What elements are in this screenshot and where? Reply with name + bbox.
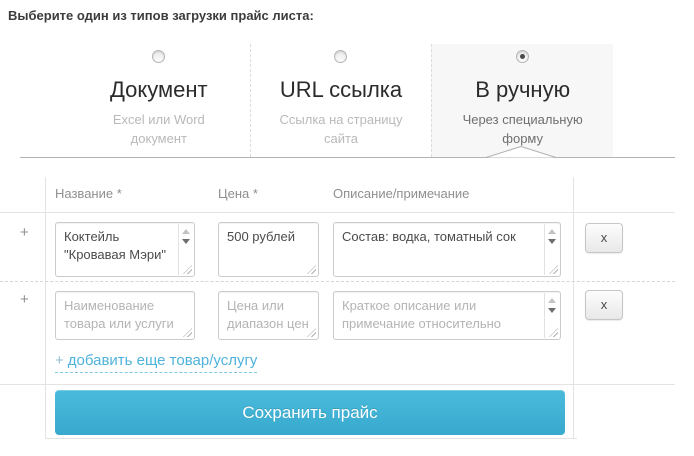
tab-manual[interactable]: В ручную Через специальную форму xyxy=(431,44,613,157)
tab-subtitle: Excel или Word документ xyxy=(86,110,231,148)
radio-unselected-icon[interactable] xyxy=(152,50,165,63)
name-input[interactable]: Коктейль "Кровавая Мэри" xyxy=(56,223,194,276)
tabs-separator-line xyxy=(20,157,675,158)
page-title: Выберите один из типов загрузки прайс ли… xyxy=(8,8,314,23)
row-separator-dashed-line xyxy=(0,281,675,282)
add-item-label: добавить еще товар/услугу xyxy=(68,352,258,369)
price-field-row1: 500 рублей xyxy=(218,222,319,277)
column-header-price: Цена * xyxy=(218,186,258,201)
price-input[interactable]: 500 рублей xyxy=(219,223,318,276)
description-input[interactable] xyxy=(334,292,560,339)
scroll-down-icon[interactable] xyxy=(182,239,190,244)
scroll-up-icon[interactable] xyxy=(548,298,556,303)
header-bottom-line xyxy=(0,212,675,213)
column-header-name: Название * xyxy=(55,186,122,201)
description-field-row1: Состав: водка, томатный сок xyxy=(333,222,561,277)
table-left-divider xyxy=(45,177,46,438)
name-field-row1: Коктейль "Кровавая Мэри" xyxy=(55,222,195,277)
scroll-down-icon[interactable] xyxy=(548,308,556,313)
price-input[interactable] xyxy=(219,292,318,339)
price-upload-page: Выберите один из типов загрузки прайс ли… xyxy=(0,0,694,456)
rows-bottom-line xyxy=(0,384,675,385)
price-field-row2 xyxy=(218,291,319,340)
tab-title: Документ xyxy=(68,77,250,103)
plus-icon: + xyxy=(20,291,29,308)
table-right-divider xyxy=(573,177,574,438)
tab-url-link[interactable]: URL ссылка Ссылка на страницу сайта xyxy=(250,44,432,157)
plus-icon: + xyxy=(20,224,29,241)
column-header-description: Описание/примечание xyxy=(333,186,469,201)
scroll-up-icon[interactable] xyxy=(182,229,190,234)
scroll-down-icon[interactable] xyxy=(548,239,556,244)
table-bottom-line xyxy=(45,438,577,439)
save-price-button[interactable]: Сохранить прайс xyxy=(55,390,565,435)
tab-title: В ручную xyxy=(432,77,613,103)
description-field-row2 xyxy=(333,291,561,340)
upload-type-tabs: Документ Excel или Word документ URL ссы… xyxy=(68,44,613,157)
name-input[interactable] xyxy=(56,292,194,339)
remove-row1-button[interactable]: x xyxy=(585,223,623,253)
active-tab-pointer-icon xyxy=(486,146,556,158)
tab-subtitle: Через специальную форму xyxy=(450,110,595,148)
radio-selected-icon[interactable] xyxy=(516,50,529,63)
tab-subtitle: Ссылка на страницу сайта xyxy=(268,110,413,148)
description-input[interactable]: Состав: водка, томатный сок xyxy=(334,223,560,276)
name-field-row2 xyxy=(55,291,195,340)
add-item-link[interactable]: +добавить еще товар/услугу xyxy=(55,352,257,373)
scroll-up-icon[interactable] xyxy=(548,229,556,234)
tab-document[interactable]: Документ Excel или Word документ xyxy=(68,44,250,157)
remove-row2-button[interactable]: x xyxy=(585,290,623,320)
radio-unselected-icon[interactable] xyxy=(334,50,347,63)
tab-title: URL ссылка xyxy=(251,77,432,103)
add-icon: + xyxy=(55,352,64,369)
